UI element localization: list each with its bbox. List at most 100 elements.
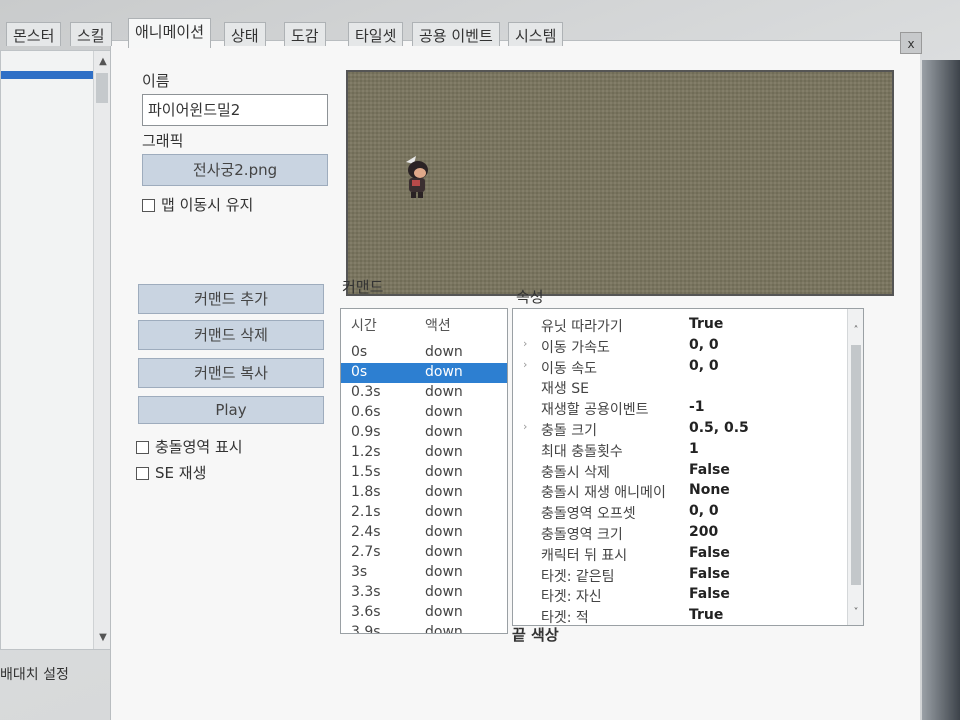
character-sprite-icon [406,156,428,198]
left-list-panel[interactable]: ▲ ▼ [0,50,112,650]
command-action: down [425,364,463,380]
property-value[interactable]: False [689,462,730,478]
command-time: 0s [351,344,368,360]
property-name: 타겟: 같은팀 [541,568,615,585]
property-value[interactable]: False [689,545,730,561]
property-value[interactable]: 0, 0 [689,358,719,374]
command-time: 2.1s [351,504,381,520]
tab-status[interactable]: 상태 [224,22,266,46]
add-command-button[interactable]: 커맨드 추가 [138,284,324,314]
left-list-selected-row[interactable] [1,71,93,79]
graphic-label: 그래픽 [142,132,184,150]
window-edge-shadow [922,60,960,720]
property-row[interactable]: 최대 충돌횟수 1 [513,440,849,461]
property-row[interactable]: 캐릭터 뒤 표시 False [513,544,849,565]
command-row[interactable]: 2.4s down [341,523,507,543]
property-name: 이동 가속도 [541,339,610,356]
property-name: 이동 속도 [541,360,597,377]
animation-preview[interactable] [346,70,894,296]
name-field[interactable]: 파이어윈드밀2 [142,94,328,126]
property-scroll-thumb[interactable] [851,345,861,585]
command-row[interactable]: 1.8s down [341,483,507,503]
command-time: 0s [351,364,368,380]
command-row[interactable]: 3.3s down [341,583,507,603]
tab-tileset[interactable]: 타일셋 [348,22,404,46]
expand-chevron-icon[interactable]: › [523,420,527,433]
command-list[interactable]: 시간 액션 0s down 0s down 0.3s down 0.6s down 0.9s do… [340,308,508,634]
left-list-scrollbar[interactable]: ▲ ▼ [93,51,111,649]
property-row[interactable]: 충돌시 삭제 False [513,461,849,482]
command-row[interactable]: 2.1s down [341,503,507,523]
command-row[interactable]: 0.3s down [341,383,507,403]
col-action-header: 액션 [425,318,451,334]
property-row[interactable]: 재생 SE [513,377,849,398]
property-row[interactable]: 충돌시 재생 애니메이 None [513,481,849,502]
command-row[interactable]: 3.9s down [341,623,507,633]
property-row[interactable]: 타겟: 자신 False [513,585,849,606]
keep-on-map-move-checkbox[interactable]: 맵 이동시 유지 [142,194,253,215]
tab-monster[interactable]: 몬스터 [6,22,62,46]
property-row[interactable]: 재생할 공용이벤트 -1 [513,398,849,419]
command-row[interactable]: 0s down [341,363,507,383]
checkbox-box-icon[interactable] [136,467,149,480]
expand-chevron-icon[interactable]: › [523,358,527,371]
command-row[interactable]: 1.2s down [341,443,507,463]
play-se-checkbox[interactable]: SE 재생 [136,462,206,483]
command-time: 0.9s [351,424,381,440]
scroll-down-icon[interactable]: ˅ [848,607,863,623]
property-value[interactable]: 0, 0 [689,503,719,519]
tab-common-event[interactable]: 공용 이벤트 [412,22,500,46]
tab-animation[interactable]: 애니메이션 [128,18,212,48]
show-collision-checkbox[interactable]: 충돌영역 표시 [136,436,243,457]
property-row[interactable]: 유닛 따라가기 True [513,315,849,336]
property-value[interactable]: True [689,316,723,332]
command-row[interactable]: 0.9s down [341,423,507,443]
left-list-scroll-thumb[interactable] [96,73,108,103]
graphic-button[interactable]: 전사궁2.png [142,154,328,186]
property-value[interactable]: False [689,566,730,582]
close-button[interactable]: x [900,32,922,54]
property-name: 재생할 공용이벤트 [541,402,649,419]
command-rows: 0s down 0s down 0.3s down 0.6s down 0.9s down 1.2s… [341,343,507,633]
command-row[interactable]: 0.6s down [341,403,507,423]
property-value[interactable]: False [689,586,730,602]
command-row[interactable]: 1.5s down [341,463,507,483]
property-row[interactable]: 타겟: 적 True [513,606,849,625]
command-action: down [425,524,463,540]
scroll-up-icon[interactable]: ˄ [848,325,863,341]
property-value[interactable]: 200 [689,524,718,540]
command-row[interactable]: 3s down [341,563,507,583]
property-name: 충돌시 삭제 [541,464,610,481]
properties-section-label: 속성 [516,288,544,306]
property-row[interactable]: 충돌영역 크기 200 [513,523,849,544]
property-value[interactable]: None [689,482,730,498]
tab-system[interactable]: 시스템 [508,22,564,46]
play-button[interactable]: Play [138,396,324,424]
delete-command-button[interactable]: 커맨드 삭제 [138,320,324,350]
command-row[interactable]: 0s down [341,343,507,363]
property-scrollbar[interactable]: ˄ ˅ [847,309,863,625]
keep-on-map-move-label: 맵 이동시 유지 [161,196,254,214]
property-row[interactable]: › 이동 가속도 0, 0 [513,336,849,357]
command-row[interactable]: 2.7s down [341,543,507,563]
copy-command-button[interactable]: 커맨드 복사 [138,358,324,388]
command-row[interactable]: 3.6s down [341,603,507,623]
expand-chevron-icon[interactable]: › [523,337,527,350]
checkbox-box-icon[interactable] [136,441,149,454]
property-grid[interactable]: 유닛 따라가기 True › 이동 가속도 0, 0 › 이동 속도 0, 0 재생 SE 재생할… [512,308,864,626]
property-value[interactable]: 1 [689,441,699,457]
command-time: 3s [351,564,368,580]
property-value[interactable]: -1 [689,399,705,415]
property-row[interactable]: › 충돌 크기 0.5, 0.5 [513,419,849,440]
command-action: down [425,584,463,600]
end-color-label: 끝 색상 [512,626,559,644]
property-row[interactable]: 타겟: 같은팀 False [513,565,849,586]
tab-skill[interactable]: 스킬 [70,22,112,46]
tab-encyclopedia[interactable]: 도감 [284,22,326,46]
property-value[interactable]: 0, 0 [689,337,719,353]
checkbox-box-icon[interactable] [142,199,155,212]
property-row[interactable]: 충돌영역 오프셋 0, 0 [513,502,849,523]
property-value[interactable]: 0.5, 0.5 [689,420,749,436]
property-value[interactable]: True [689,607,723,623]
property-row[interactable]: › 이동 속도 0, 0 [513,357,849,378]
